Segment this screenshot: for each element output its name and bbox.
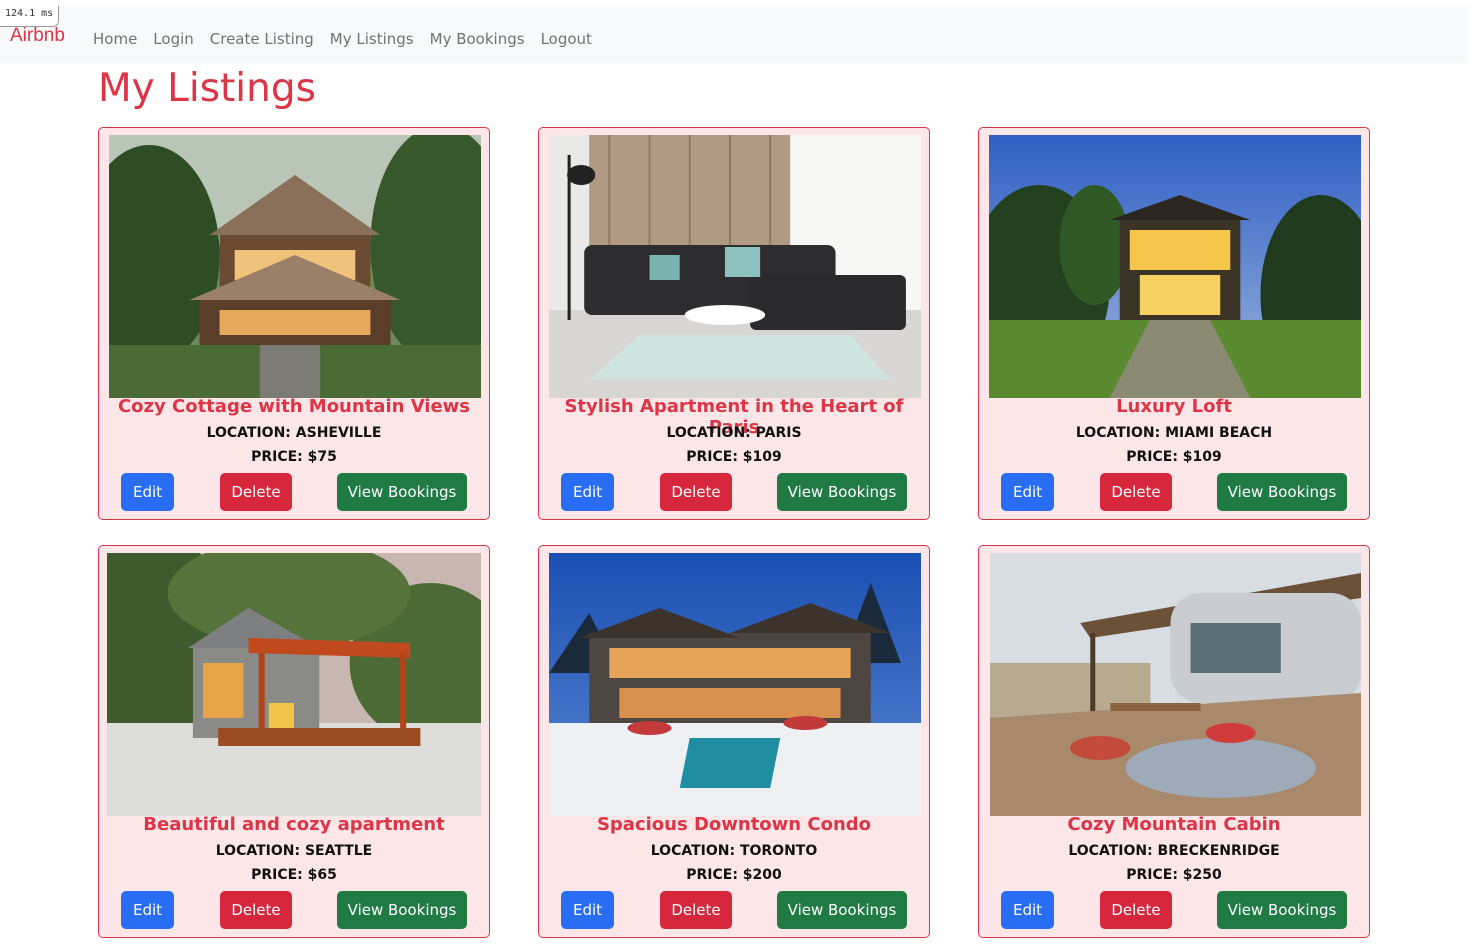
edit-button[interactable]: Edit <box>1001 473 1054 511</box>
delete-button[interactable]: Delete <box>220 891 292 929</box>
nav-login[interactable]: Login <box>153 30 193 48</box>
listing-card: Cozy Cottage with Mountain Views LOCATIO… <box>98 127 490 520</box>
listings-grid: Cozy Cottage with Mountain Views LOCATIO… <box>98 127 1370 938</box>
edit-button[interactable]: Edit <box>121 891 174 929</box>
listing-location: LOCATION: BRECKENRIDGE <box>1068 843 1280 859</box>
listing-price: PRICE: $250 <box>1126 867 1222 883</box>
edit-button[interactable]: Edit <box>561 473 614 511</box>
edit-button[interactable]: Edit <box>561 891 614 929</box>
nav-home[interactable]: Home <box>93 30 137 48</box>
delete-button[interactable]: Delete <box>220 473 292 511</box>
listing-title: Luxury Loft <box>1116 396 1232 417</box>
listing-price: PRICE: $65 <box>251 867 337 883</box>
listing-card: Cozy Mountain Cabin LOCATION: BRECKENRID… <box>978 545 1370 938</box>
delete-button[interactable]: Delete <box>1100 891 1172 929</box>
nav-my-listings[interactable]: My Listings <box>330 30 414 48</box>
listing-photo <box>990 553 1361 816</box>
listing-price: PRICE: $200 <box>686 867 782 883</box>
listing-location: LOCATION: MIAMI BEACH <box>1075 425 1273 441</box>
listing-card: Beautiful and cozy apartment LOCATION: S… <box>98 545 490 938</box>
listing-title: Spacious Downtown Condo <box>596 814 872 835</box>
listing-title: Beautiful and cozy apartment <box>143 814 445 835</box>
brand-logo[interactable]: Airbnb <box>10 25 65 47</box>
page-title: My Listings <box>98 66 316 111</box>
edit-button[interactable]: Edit <box>121 473 174 511</box>
listing-card: Stylish Apartment in the Heart of Paris … <box>538 127 930 520</box>
delete-button[interactable]: Delete <box>660 473 732 511</box>
view-bookings-button[interactable]: View Bookings <box>1217 473 1347 511</box>
view-bookings-button[interactable]: View Bookings <box>1217 891 1347 929</box>
listing-photo <box>549 553 921 816</box>
listing-location: LOCATION: TORONTO <box>650 843 818 859</box>
listing-price: PRICE: $109 <box>686 449 782 465</box>
delete-button[interactable]: Delete <box>1100 473 1172 511</box>
listing-card: Spacious Downtown Condo LOCATION: TORONT… <box>538 545 930 938</box>
listing-photo <box>549 135 921 398</box>
view-bookings-button[interactable]: View Bookings <box>337 473 467 511</box>
nav-links: Home Login Create Listing My Listings My… <box>93 30 608 48</box>
delete-button[interactable]: Delete <box>660 891 732 929</box>
render-time-badge: 124.1 ms <box>0 6 60 27</box>
view-bookings-button[interactable]: View Bookings <box>777 891 907 929</box>
nav-my-bookings[interactable]: My Bookings <box>430 30 525 48</box>
nav-create-listing[interactable]: Create Listing <box>210 30 314 48</box>
edit-button[interactable]: Edit <box>1001 891 1054 929</box>
listing-price: PRICE: $75 <box>251 449 337 465</box>
listing-title: Cozy Mountain Cabin <box>1067 814 1281 835</box>
listing-location: LOCATION: PARIS <box>666 425 802 441</box>
listing-card: Luxury Loft LOCATION: MIAMI BEACH PRICE:… <box>978 127 1370 520</box>
listing-photo <box>989 135 1361 398</box>
nav-logout[interactable]: Logout <box>541 30 592 48</box>
listing-photo <box>109 135 481 398</box>
listing-location: LOCATION: SEATTLE <box>215 843 373 859</box>
listing-photo <box>107 553 481 816</box>
listing-location: LOCATION: ASHEVILLE <box>206 425 382 441</box>
listing-title: Cozy Cottage with Mountain Views <box>117 396 471 417</box>
listing-price: PRICE: $109 <box>1126 449 1222 465</box>
view-bookings-button[interactable]: View Bookings <box>337 891 467 929</box>
view-bookings-button[interactable]: View Bookings <box>777 473 907 511</box>
navbar: Airbnb Home Login Create Listing My List… <box>0 7 1468 63</box>
